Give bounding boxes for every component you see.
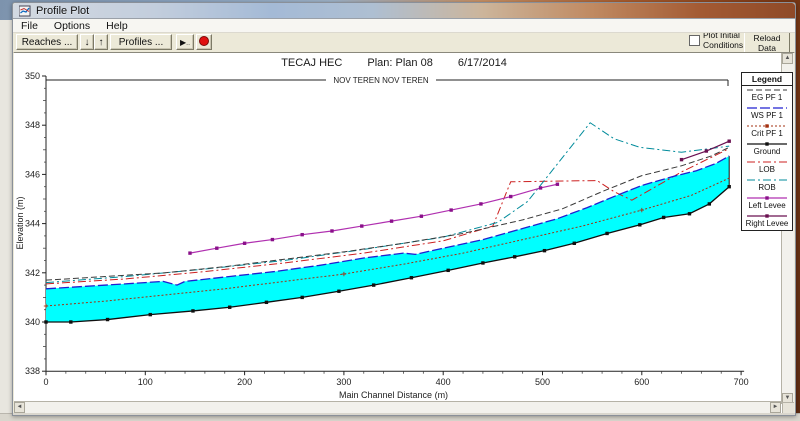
reach-up-button[interactable]: ↑	[94, 34, 108, 50]
legend-label-right_levee: Right Levee	[742, 220, 792, 230]
reaches-button[interactable]: Reaches ...	[16, 34, 78, 50]
reload-data-label-1: Reload	[745, 33, 789, 43]
svg-text:338: 338	[25, 366, 40, 376]
legend-label-rob: ROB	[742, 184, 792, 194]
legend-entry-crit: Crit PF 1	[742, 122, 792, 140]
profile-plot-area: TECAJ HEC Plan: Plan 08 6/17/2014 338340…	[14, 52, 794, 414]
x-axis-label: Main Channel Distance (m)	[339, 390, 448, 400]
svg-text:600: 600	[634, 377, 649, 387]
checkbox-icon[interactable]	[689, 35, 700, 46]
legend-label-ws: WS PF 1	[742, 112, 792, 122]
animate-button[interactable]: ▶..	[176, 34, 194, 50]
record-icon	[199, 36, 209, 46]
window-title: Profile Plot	[36, 5, 89, 17]
svg-text:0: 0	[43, 377, 48, 387]
svg-text:342: 342	[25, 268, 40, 278]
svg-text:500: 500	[535, 377, 550, 387]
reach-down-button[interactable]: ↓	[80, 34, 94, 50]
legend-entry-eg: EG PF 1	[742, 86, 792, 104]
legend-label-lob: LOB	[742, 166, 792, 176]
svg-text:300: 300	[336, 377, 351, 387]
legend-label-ground: Ground	[742, 148, 792, 158]
menu-file[interactable]: File	[21, 20, 38, 32]
record-button[interactable]	[196, 34, 212, 50]
scroll-left-icon[interactable]: ◄	[14, 402, 25, 413]
profile-plot-window: Profile Plot File Options Help Reaches .…	[12, 2, 796, 416]
legend-entry-lob: LOB	[742, 158, 792, 176]
reload-data-button[interactable]: Reload Data	[744, 33, 790, 53]
legend-entry-right_levee: Right Levee	[742, 212, 792, 230]
y-axis-label: Elevation (m)	[15, 196, 25, 249]
legend-entry-left_levee: Left Levee	[742, 194, 792, 212]
legend-entry-rob: ROB	[742, 176, 792, 194]
legend-label-eg: EG PF 1	[742, 94, 792, 104]
svg-text:100: 100	[138, 377, 153, 387]
svg-text:346: 346	[25, 169, 40, 179]
svg-text:200: 200	[237, 377, 252, 387]
svg-text:350: 350	[25, 71, 40, 81]
chart-legend: Legend EG PF 1 WS PF 1 Crit PF 1 Ground LOB R…	[741, 72, 793, 231]
title-bar[interactable]: Profile Plot	[13, 3, 795, 19]
menu-bar: File Options Help	[13, 19, 795, 33]
svg-text:700: 700	[734, 377, 749, 387]
play-dots: ..	[186, 40, 190, 47]
svg-text:344: 344	[25, 219, 40, 229]
window-bottom-frame	[13, 413, 795, 415]
legend-label-crit: Crit PF 1	[742, 130, 792, 140]
reach-label: NOV TEREN NOV TEREN	[333, 76, 429, 85]
parent-window-edge	[0, 20, 12, 420]
svg-text:400: 400	[436, 377, 451, 387]
legend-title: Legend	[742, 73, 792, 86]
scroll-up-icon[interactable]: ▲	[782, 53, 793, 64]
profile-chart: 338 340 342 344 346 348 350 0 100 200 300 400 500 600…	[14, 53, 781, 404]
menu-help[interactable]: Help	[106, 20, 128, 32]
scroll-right-icon[interactable]: ►	[770, 402, 781, 413]
profile-plot-icon	[19, 5, 31, 17]
toolbar: Reaches ... ↓ ↑ Profiles ... ▶.. Plot In…	[13, 33, 795, 53]
legend-entry-ws: WS PF 1	[742, 104, 792, 122]
menu-options[interactable]: Options	[54, 20, 90, 32]
legend-label-left_levee: Left Levee	[742, 202, 792, 212]
plot-initial-conditions-label-2: Conditions	[703, 40, 743, 50]
legend-entry-ground: Ground	[742, 140, 792, 158]
svg-text:348: 348	[25, 120, 40, 130]
plot-initial-conditions-label-1: Plot Initial	[703, 33, 743, 40]
water-surface-fill	[46, 156, 729, 322]
svg-text:340: 340	[25, 317, 40, 327]
profiles-button[interactable]: Profiles ...	[110, 34, 172, 50]
